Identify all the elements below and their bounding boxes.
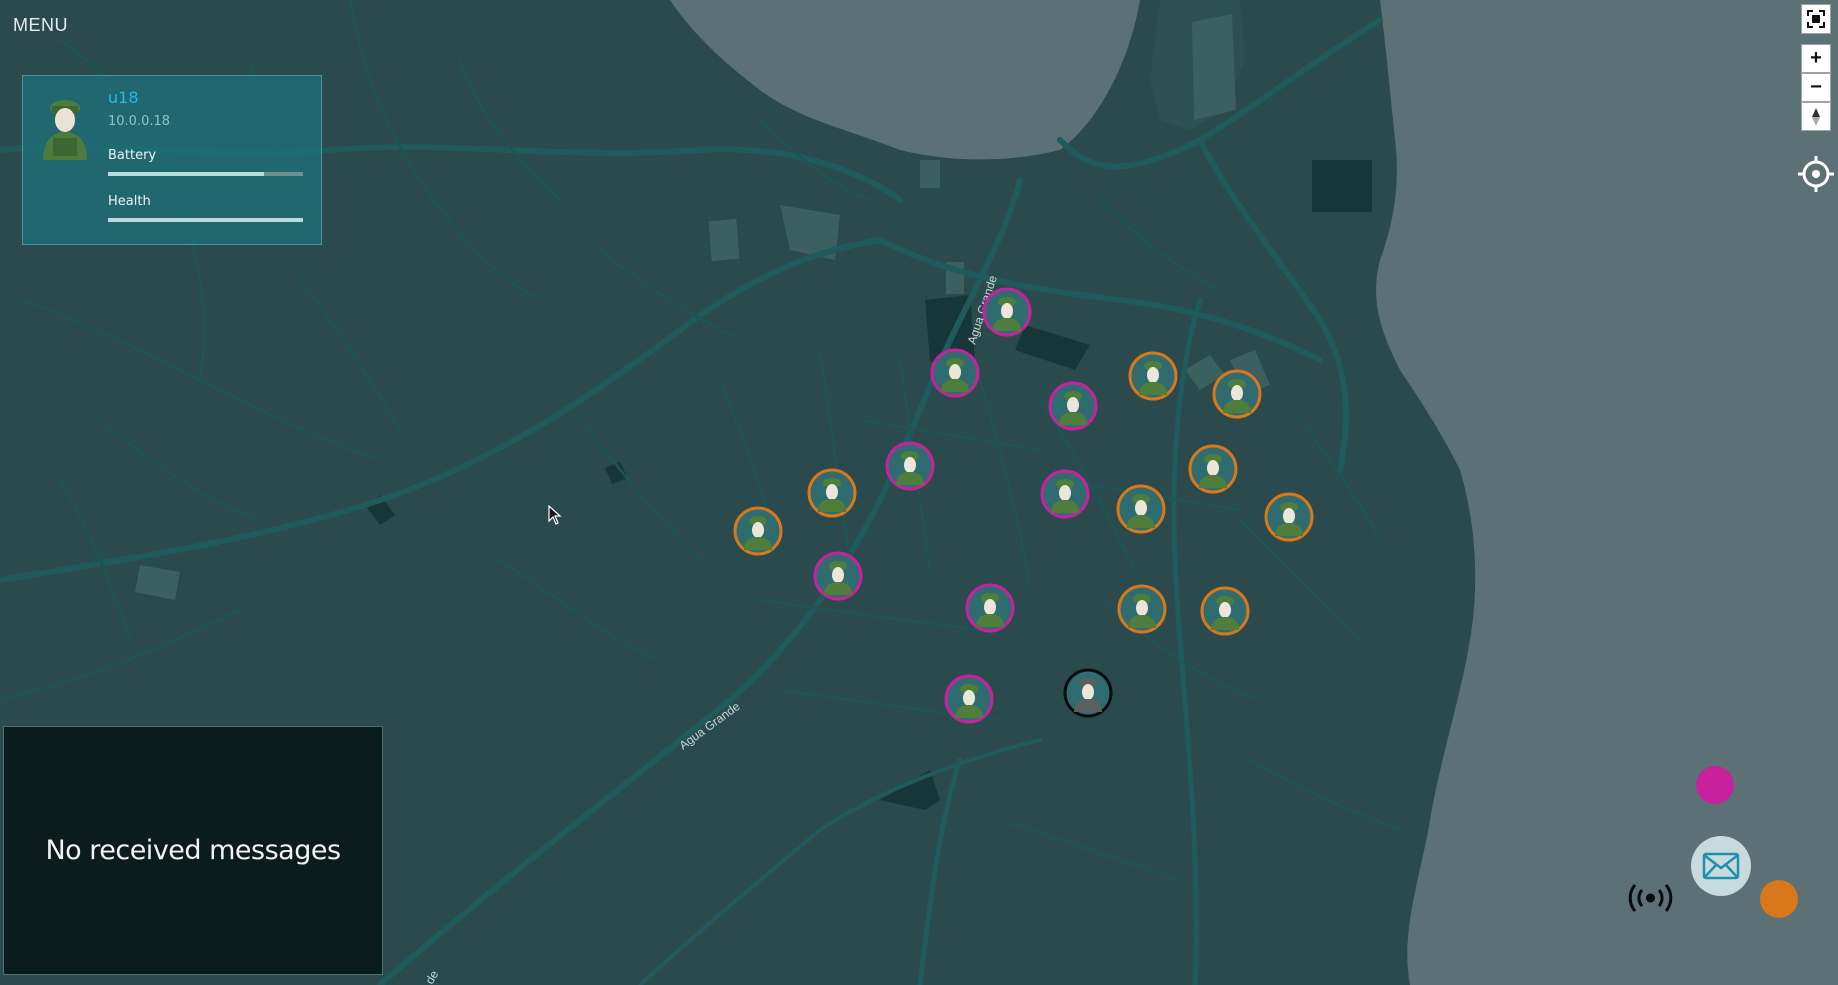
unit-marker-orange[interactable] bbox=[1200, 586, 1250, 636]
send-message-button[interactable] bbox=[1691, 836, 1751, 896]
radio-broadcast-icon[interactable] bbox=[1628, 883, 1673, 913]
team-magenta-button[interactable] bbox=[1696, 766, 1734, 804]
unit-marker-self[interactable] bbox=[1063, 668, 1113, 718]
unit-marker-orange[interactable] bbox=[1264, 492, 1314, 542]
health-bar-fill bbox=[108, 218, 303, 222]
battery-bar bbox=[108, 172, 303, 176]
zoom-out-button[interactable]: − bbox=[1801, 73, 1831, 102]
unit-status-panel: u18 10.0.0.18 Battery Health bbox=[22, 75, 322, 245]
unit-marker-orange[interactable] bbox=[733, 506, 783, 556]
menu-button[interactable]: MENU bbox=[13, 15, 68, 36]
unit-marker-orange[interactable] bbox=[1212, 369, 1262, 419]
unit-marker-magenta[interactable] bbox=[982, 287, 1032, 337]
unit-marker-orange[interactable] bbox=[1188, 444, 1238, 494]
unit-marker-orange[interactable] bbox=[1117, 584, 1167, 634]
compass-reset-button[interactable] bbox=[1801, 102, 1831, 131]
messages-panel: No received messages bbox=[3, 726, 383, 975]
fullscreen-icon bbox=[1807, 10, 1825, 28]
unit-ip-address: 10.0.0.18 bbox=[108, 114, 171, 129]
unit-marker-orange[interactable] bbox=[1116, 484, 1166, 534]
unit-marker-magenta[interactable] bbox=[944, 674, 994, 724]
health-label: Health bbox=[108, 194, 151, 209]
unit-marker-magenta[interactable] bbox=[885, 441, 935, 491]
team-orange-button[interactable] bbox=[1760, 880, 1798, 918]
no-messages-text: No received messages bbox=[45, 835, 341, 866]
health-bar bbox=[108, 218, 303, 222]
mail-icon bbox=[1702, 852, 1740, 880]
unit-marker-magenta[interactable] bbox=[930, 348, 980, 398]
battery-label: Battery bbox=[108, 148, 157, 163]
unit-marker-magenta[interactable] bbox=[1040, 469, 1090, 519]
fullscreen-button[interactable] bbox=[1801, 4, 1831, 34]
battery-bar-fill bbox=[108, 172, 264, 176]
unit-marker-orange[interactable] bbox=[1128, 351, 1178, 401]
crosshair-icon[interactable] bbox=[1797, 155, 1835, 193]
unit-marker-magenta[interactable] bbox=[813, 551, 863, 601]
unit-marker-orange[interactable] bbox=[807, 468, 857, 518]
unit-marker-magenta[interactable] bbox=[965, 583, 1015, 633]
mouse-cursor-icon bbox=[548, 505, 562, 525]
unit-marker-magenta[interactable] bbox=[1048, 381, 1098, 431]
soldier-avatar-icon bbox=[43, 100, 87, 160]
zoom-in-button[interactable]: + bbox=[1801, 44, 1831, 73]
unit-name: u18 bbox=[108, 88, 139, 107]
compass-reset-icon bbox=[1812, 107, 1820, 126]
